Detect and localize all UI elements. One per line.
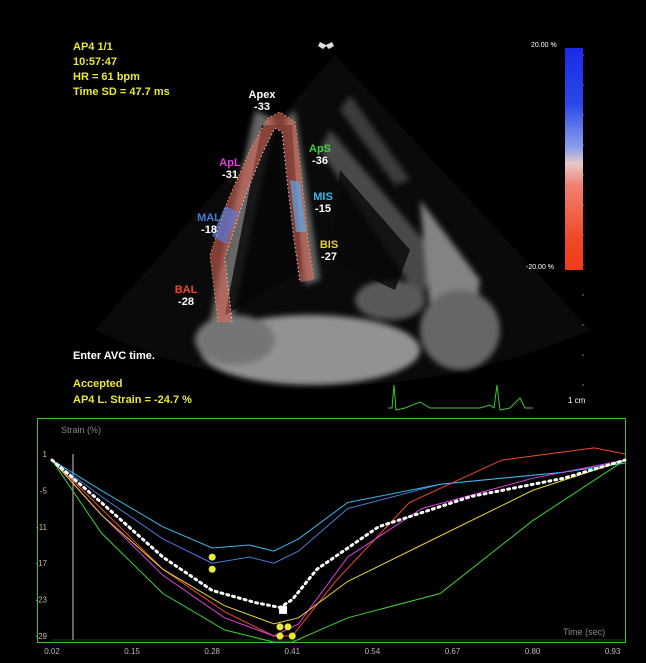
acquisition-info: AP4 1/1 10:57:47 HR = 61 bpm Time SD = 4… <box>73 40 170 100</box>
acquisition-time: 10:57:47 <box>73 56 118 68</box>
x-tick-label: 0.67 <box>445 647 461 656</box>
segment-name: MIS <box>313 191 333 203</box>
peak-marker <box>284 623 292 631</box>
heart-rate: HR = 61 bpm <box>73 71 140 83</box>
x-axis-title: Time (sec) <box>563 627 606 637</box>
segment-value: -28 <box>178 296 194 308</box>
strain-series-line <box>51 459 626 552</box>
x-tick-label: 0.54 <box>365 647 381 656</box>
ecg-trace <box>388 384 533 411</box>
x-tick-label: 0.93 <box>605 647 621 656</box>
time-sd: Time SD = 47.7 ms <box>73 86 170 98</box>
strain-series-line <box>51 447 626 637</box>
segment-value: -33 <box>254 101 270 113</box>
strain-color-bar <box>565 48 583 270</box>
y-tick-label: -11 <box>36 523 48 532</box>
view-label: AP4 1/1 <box>73 41 113 53</box>
x-tick-label: 0.80 <box>525 647 541 656</box>
segment-value: -15 <box>315 203 331 215</box>
segment-label-bis[interactable]: BIS -27 <box>311 239 347 263</box>
segment-label-mal[interactable]: MAL -18 <box>191 212 227 236</box>
color-bar-max: 20.00 % <box>531 42 557 49</box>
y-tick-label: -29 <box>35 632 47 641</box>
segment-name: ApS <box>309 143 331 155</box>
strain-chart[interactable]: 1 -5 -11 -17 -23 -29 0.02 0.15 0.28 0.41 0.54 0.67 0… <box>0 418 646 663</box>
avc-prompt: Enter AVC time. <box>73 350 155 362</box>
y-tick-label: -17 <box>35 559 47 568</box>
x-tick-label: 0.41 <box>285 647 301 656</box>
segment-label-aps[interactable]: ApS -36 <box>302 143 338 167</box>
peak-marker <box>208 565 216 573</box>
peak-marker <box>276 632 284 640</box>
segment-value: -27 <box>321 251 337 263</box>
segment-label-apex[interactable]: Apex -33 <box>244 89 280 113</box>
x-tick-label: 0.28 <box>204 647 220 656</box>
segment-value: -31 <box>222 169 238 181</box>
strain-series-line <box>50 458 627 610</box>
y-axis-title: Strain (%) <box>61 425 102 435</box>
segment-value: -18 <box>201 224 217 236</box>
y-tick-label: 1 <box>43 450 48 459</box>
segment-name: BIS <box>319 239 339 251</box>
segment-name: BAL <box>174 284 198 296</box>
segment-label-mis[interactable]: MIS -15 <box>305 191 341 215</box>
segment-label-apl[interactable]: ApL -31 <box>212 157 248 181</box>
strain-series-line <box>51 459 626 637</box>
y-tick-label: -23 <box>35 596 47 605</box>
probe-orientation-icon <box>318 42 334 49</box>
peak-marker <box>276 623 284 631</box>
avg-peak-marker <box>279 605 288 614</box>
segment-label-bal[interactable]: BAL -28 <box>168 284 204 308</box>
global-strain-value: AP4 L. Strain = -24.7 % <box>73 394 192 406</box>
peak-marker <box>208 553 216 561</box>
accepted-status: Accepted <box>73 378 123 390</box>
x-tick-label: 0.02 <box>44 647 60 656</box>
peak-marker <box>288 632 296 640</box>
segment-name: ApL <box>219 157 241 169</box>
x-tick-label: 0.15 <box>124 647 140 656</box>
segment-name: Apex <box>248 89 276 101</box>
color-bar-min: -20.00 % <box>526 264 555 271</box>
segment-name: MAL <box>197 212 221 224</box>
segment-value: -36 <box>312 155 328 167</box>
y-tick-label: -5 <box>40 486 48 495</box>
strain-series-line <box>51 459 626 625</box>
scale-label: 1 cm <box>568 396 586 405</box>
